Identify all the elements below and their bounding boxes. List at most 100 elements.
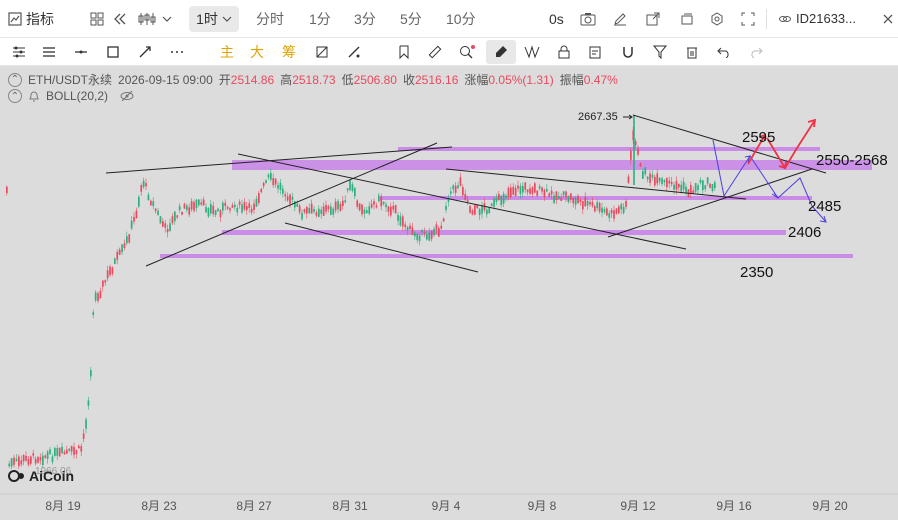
rewind-button[interactable] [112,0,128,38]
candle [315,212,318,216]
candle [411,227,414,235]
account-id[interactable]: ID21633... [778,0,856,38]
tab-3min[interactable]: 3分 [354,0,376,38]
candle [526,189,529,193]
chip-distribution-toggle[interactable]: 筹 [274,38,304,66]
candle [692,190,695,194]
candle [250,208,253,213]
candle [610,209,613,214]
main-chart-toggle[interactable]: 主 [212,38,242,66]
candle [447,198,450,202]
undo-icon [717,47,729,58]
edit-button[interactable] [613,0,627,38]
share-button[interactable] [646,0,660,38]
timeframe-selected[interactable]: 1时 [189,6,239,32]
candlestick-chart[interactable]: 2667.35 2595 2550-2568 2485 2406 2350 19… [0,67,898,520]
note-tool[interactable] [581,38,611,66]
candle [181,211,183,215]
redo-button[interactable] [741,38,771,66]
tab-5min[interactable]: 5分 [400,0,422,38]
candle [531,187,534,195]
brush-tool[interactable] [486,40,516,64]
filter-tool[interactable] [645,38,675,66]
candle [34,458,37,464]
zoom-tool[interactable] [452,38,482,66]
candle [13,457,15,465]
candle [334,201,337,211]
fullscreen-button[interactable] [741,0,755,38]
tab-10min[interactable]: 10分 [446,0,476,38]
settings-button[interactable] [710,0,724,38]
lock-tool[interactable] [549,38,579,66]
ray-line-tool[interactable] [130,38,160,66]
layer-button[interactable] [680,0,694,38]
camera-icon [580,12,596,25]
candle [598,203,601,212]
collapse-toggle-icon[interactable]: ⌃ [8,72,22,87]
open-value: 2514.86 [230,73,275,87]
menu-button[interactable] [34,38,64,66]
indicator-button[interactable]: 指标 [8,0,54,38]
candle-type-dropdown[interactable] [138,0,172,38]
collapse-toggle-icon[interactable]: ⌃ [8,89,22,103]
candle [73,447,75,455]
candle [351,184,354,192]
candle [92,312,95,315]
bell-icon[interactable] [28,90,40,102]
more-tools-button[interactable] [162,38,192,66]
high-value: 2518.73 [292,73,336,87]
candle [454,185,457,193]
toolbar-divider [766,9,767,29]
compare-tool[interactable] [307,38,337,66]
candle [634,141,637,146]
close-button[interactable] [883,0,893,38]
redo-icon [751,47,763,58]
rectangle-tool[interactable] [98,38,128,66]
candle [406,227,409,231]
alert-tool[interactable] [339,38,369,66]
tab-1min[interactable]: 1分 [309,0,331,38]
horizontal-line-tool[interactable] [66,38,96,66]
candle [440,225,443,229]
candle [51,456,54,463]
ruler-tool[interactable] [420,38,450,66]
candle [195,199,198,209]
candle [462,187,464,196]
screenshot-button[interactable] [580,0,596,38]
candle [15,458,18,462]
candle [666,177,668,188]
chart-area[interactable]: 2667.35 2595 2550-2568 2485 2406 2350 19… [0,67,898,520]
candle [697,185,699,190]
lock-icon [558,45,570,58]
candle [205,207,207,213]
eye-off-icon[interactable] [120,90,134,102]
candle [654,176,656,186]
candle [207,208,210,217]
layout-grid-button[interactable] [90,0,104,38]
symmetric-tool[interactable] [517,38,547,66]
candle [138,196,140,207]
candle [308,207,311,214]
amplitude-value: 0.47% [583,73,618,87]
candle [510,187,512,197]
tab-timeshare[interactable]: 分时 [256,0,284,38]
candle [202,199,205,206]
big-order-toggle[interactable]: 大 [242,38,272,66]
candle [39,457,42,461]
candle [541,187,543,192]
candle [121,244,123,253]
trash-icon [687,47,697,58]
bookmark-tool[interactable] [389,38,419,66]
magnet-tool[interactable] [613,38,643,66]
candle [255,198,258,207]
candle [267,174,270,178]
candle [507,187,510,198]
undo-button[interactable] [709,38,739,66]
candle [135,210,138,219]
settings-sliders-button[interactable] [4,38,34,66]
countdown: 0s [549,10,564,27]
indicator-name[interactable]: BOLL(20,2) [46,89,108,103]
candle [303,209,306,213]
delete-tool[interactable] [677,38,707,66]
candle [63,452,66,455]
